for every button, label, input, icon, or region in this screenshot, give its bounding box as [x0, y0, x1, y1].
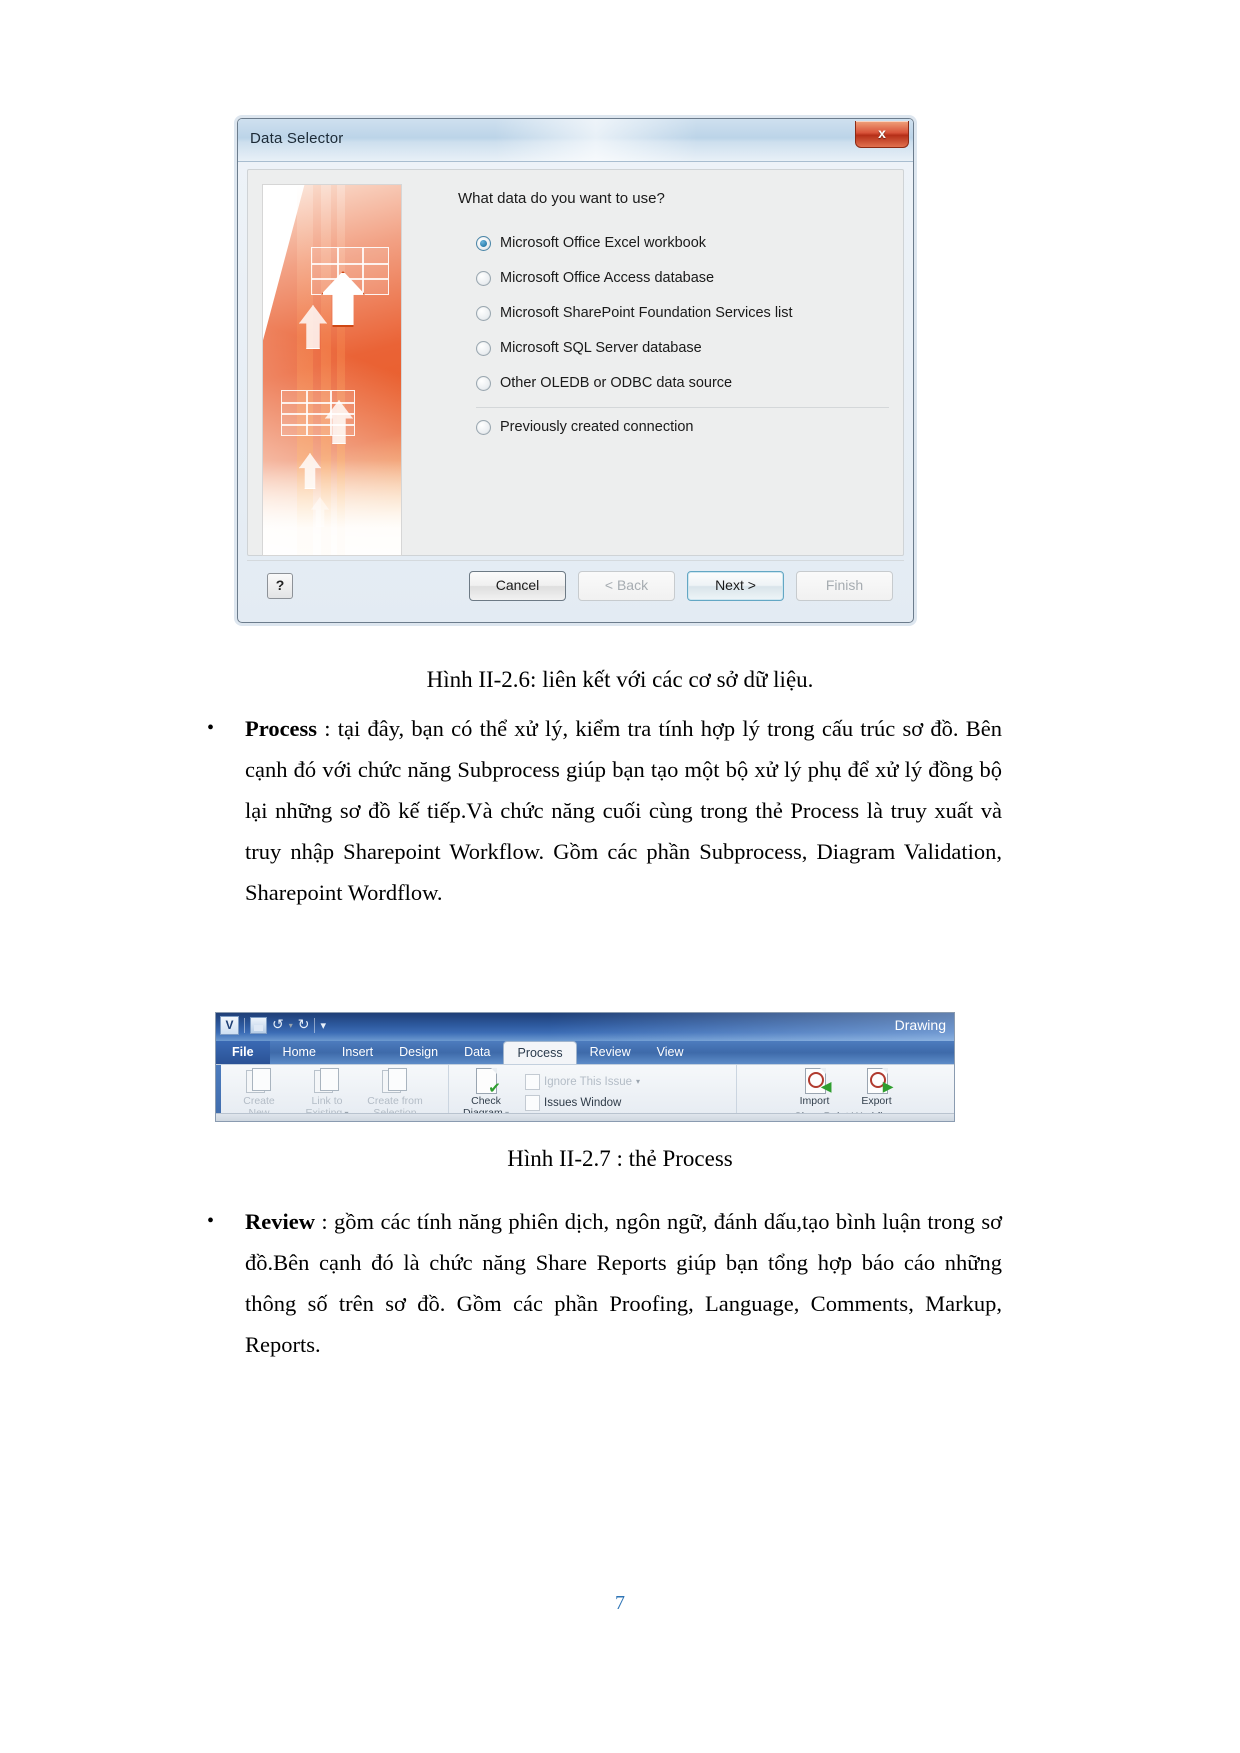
- radio-label-previous-connection: Previously created connection: [500, 419, 694, 435]
- issues-window-label: Issues Window: [544, 1096, 622, 1109]
- create-new-label-line1: Create: [243, 1095, 275, 1107]
- export-label: Export: [861, 1095, 892, 1107]
- cancel-button[interactable]: Cancel: [469, 571, 566, 601]
- radio-icon-sql-server[interactable]: [476, 341, 491, 356]
- illustration-fade: [263, 460, 401, 555]
- export-icon: ▶: [862, 1068, 894, 1094]
- qat-divider-2: [314, 1018, 316, 1033]
- dialog-body: What data do you want to use? Microsoft …: [247, 169, 904, 556]
- radio-icon-sharepoint-list[interactable]: [476, 306, 491, 321]
- radio-icon-other-oledb[interactable]: [476, 376, 491, 391]
- save-icon[interactable]: [250, 1017, 267, 1034]
- qat-divider-1: [244, 1018, 245, 1033]
- help-icon[interactable]: ?: [267, 573, 293, 599]
- import-icon: ◀: [800, 1068, 832, 1094]
- radio-option-sharepoint-list[interactable]: Microsoft SharePoint Foundation Services…: [476, 296, 891, 331]
- tab-home[interactable]: Home: [270, 1041, 329, 1064]
- button-link-to-existing[interactable]: Link to Existing ▾: [295, 1067, 359, 1119]
- radio-option-access-database[interactable]: Microsoft Office Access database: [476, 261, 891, 296]
- visio-ribbon: V ↺ ▾ ↻ ▾ Drawing File Home Insert Desig…: [215, 1012, 955, 1122]
- create-from-selection-label-line1: Create from: [367, 1095, 423, 1107]
- button-create-from-selection[interactable]: Create from Selection: [363, 1067, 427, 1119]
- button-create-new[interactable]: Create New: [227, 1067, 291, 1119]
- ribbon-bottom-edge: [216, 1113, 954, 1121]
- dialog-title: Data Selector: [250, 130, 344, 147]
- button-export[interactable]: ▶ Export: [849, 1067, 905, 1108]
- radio-option-previous-connection[interactable]: Previously created connection: [476, 410, 891, 445]
- paragraph-text-review: : gồm các tính năng phiên dịch, ngôn ngữ…: [245, 1209, 1002, 1357]
- figure-visio-ribbon: V ↺ ▾ ↻ ▾ Drawing File Home Insert Desig…: [215, 1012, 955, 1122]
- paragraph-lead-process: Process: [245, 716, 318, 741]
- dialog-footer: ? Cancel < Back Next > Finish: [247, 560, 904, 613]
- figure-caption-1: Hình II-2.6: liên kết với các cơ sở dữ l…: [426, 667, 814, 692]
- radio-label-sql-server: Microsoft SQL Server database: [500, 340, 702, 356]
- visio-logo-icon[interactable]: V: [220, 1016, 239, 1035]
- ignore-issue-label: Ignore This Issue: [544, 1075, 633, 1088]
- tab-design[interactable]: Design: [386, 1041, 451, 1064]
- ribbon-tab-bar[interactable]: File Home Insert Design Data Process Rev…: [216, 1041, 954, 1064]
- radio-label-other-oledb: Other OLEDB or ODBC data source: [500, 375, 733, 391]
- close-icon[interactable]: x: [855, 121, 909, 148]
- tab-process[interactable]: Process: [503, 1041, 577, 1064]
- data-selector-dialog: Data Selector x What data do you want to…: [237, 118, 914, 623]
- import-label: Import: [799, 1095, 830, 1107]
- figure-data-selector: Data Selector x What data do you want to…: [237, 118, 914, 623]
- quick-access-toolbar[interactable]: V ↺ ▾ ↻ ▾: [220, 1016, 326, 1035]
- ignore-issue-icon: [525, 1073, 540, 1090]
- radio-option-other-oledb[interactable]: Other OLEDB or ODBC data source: [476, 366, 891, 401]
- radio-option-sql-server[interactable]: Microsoft SQL Server database: [476, 331, 891, 366]
- link-to-existing-icon: [312, 1068, 342, 1094]
- undo-dropdown-icon[interactable]: ▾: [289, 1021, 293, 1030]
- tab-data[interactable]: Data: [451, 1041, 503, 1064]
- options-divider: [476, 407, 889, 408]
- radio-icon-previous-connection[interactable]: [476, 420, 491, 435]
- check-diagram-icon: ✔: [471, 1068, 501, 1096]
- radio-option-excel-workbook[interactable]: Microsoft Office Excel workbook: [476, 226, 891, 261]
- ribbon-titlebar[interactable]: V ↺ ▾ ↻ ▾ Drawing: [216, 1013, 954, 1041]
- back-button[interactable]: < Back: [578, 571, 675, 601]
- button-ignore-this-issue[interactable]: Ignore This Issue ▾: [525, 1071, 640, 1092]
- issues-window-icon: [525, 1094, 540, 1111]
- subprocess-buttons: Create New Link to Existing ▾: [227, 1067, 442, 1119]
- radio-label-excel-workbook: Microsoft Office Excel workbook: [500, 235, 707, 251]
- button-issues-window[interactable]: Issues Window: [525, 1092, 640, 1113]
- dialog-question: What data do you want to use?: [458, 190, 665, 207]
- create-from-selection-icon: [380, 1068, 410, 1094]
- data-source-radio-group[interactable]: Microsoft Office Excel workbook Microsof…: [476, 226, 891, 445]
- ignore-issue-dropdown-icon[interactable]: ▾: [636, 1077, 640, 1086]
- redo-icon[interactable]: ↻: [298, 1017, 310, 1034]
- undo-icon[interactable]: ↺: [272, 1017, 284, 1034]
- finish-button[interactable]: Finish: [796, 571, 893, 601]
- figure-caption-2: Hình II-2.7 : thẻ Process: [507, 1146, 733, 1171]
- paragraph-review: • Review : gồm các tính năng phiên dịch, …: [207, 1201, 1002, 1365]
- titlebar-glow: [548, 1013, 954, 1041]
- paragraph-lead-review: Review: [245, 1209, 315, 1234]
- next-button[interactable]: Next >: [687, 571, 784, 601]
- paragraph-process: • Process : tại đây, bạn có thể xử lý, ki…: [207, 708, 1002, 913]
- tab-view[interactable]: View: [644, 1041, 697, 1064]
- tab-file[interactable]: File: [216, 1041, 270, 1064]
- tab-review[interactable]: Review: [577, 1041, 644, 1064]
- radio-icon-access-database[interactable]: [476, 271, 491, 286]
- titlebar-sheen: [494, 119, 697, 161]
- tab-insert[interactable]: Insert: [329, 1041, 386, 1064]
- create-new-icon: [244, 1068, 274, 1094]
- paragraph-text-process: : tại đây, bạn có thể xử lý, kiểm tra tí…: [245, 716, 1002, 905]
- page-number: 7: [615, 1592, 625, 1614]
- radio-label-access-database: Microsoft Office Access database: [500, 270, 715, 286]
- radio-icon-excel-workbook[interactable]: [476, 236, 491, 251]
- bullet-icon-review: •: [207, 1210, 215, 1232]
- link-to-existing-label-line1: Link to: [311, 1095, 343, 1107]
- window-title: Drawing: [894, 1017, 946, 1033]
- radio-label-sharepoint-list: Microsoft SharePoint Foundation Services…: [500, 305, 793, 321]
- data-preview-illustration: [262, 184, 402, 556]
- dialog-titlebar[interactable]: Data Selector x: [238, 119, 913, 162]
- button-import[interactable]: ◀ Import: [787, 1067, 843, 1108]
- customize-qat-icon[interactable]: ▾: [320, 1017, 326, 1034]
- button-check-diagram[interactable]: ✔ Check Diagram ▾: [455, 1067, 517, 1119]
- bullet-icon-process: •: [207, 717, 215, 739]
- sharepoint-workflow-buttons: ◀ Import ▶ Export: [743, 1067, 948, 1108]
- document-page: Data Selector x What data do you want to…: [0, 0, 1240, 1753]
- diagram-validation-buttons: ✔ Check Diagram ▾ Ignore This Issue ▾: [455, 1067, 730, 1119]
